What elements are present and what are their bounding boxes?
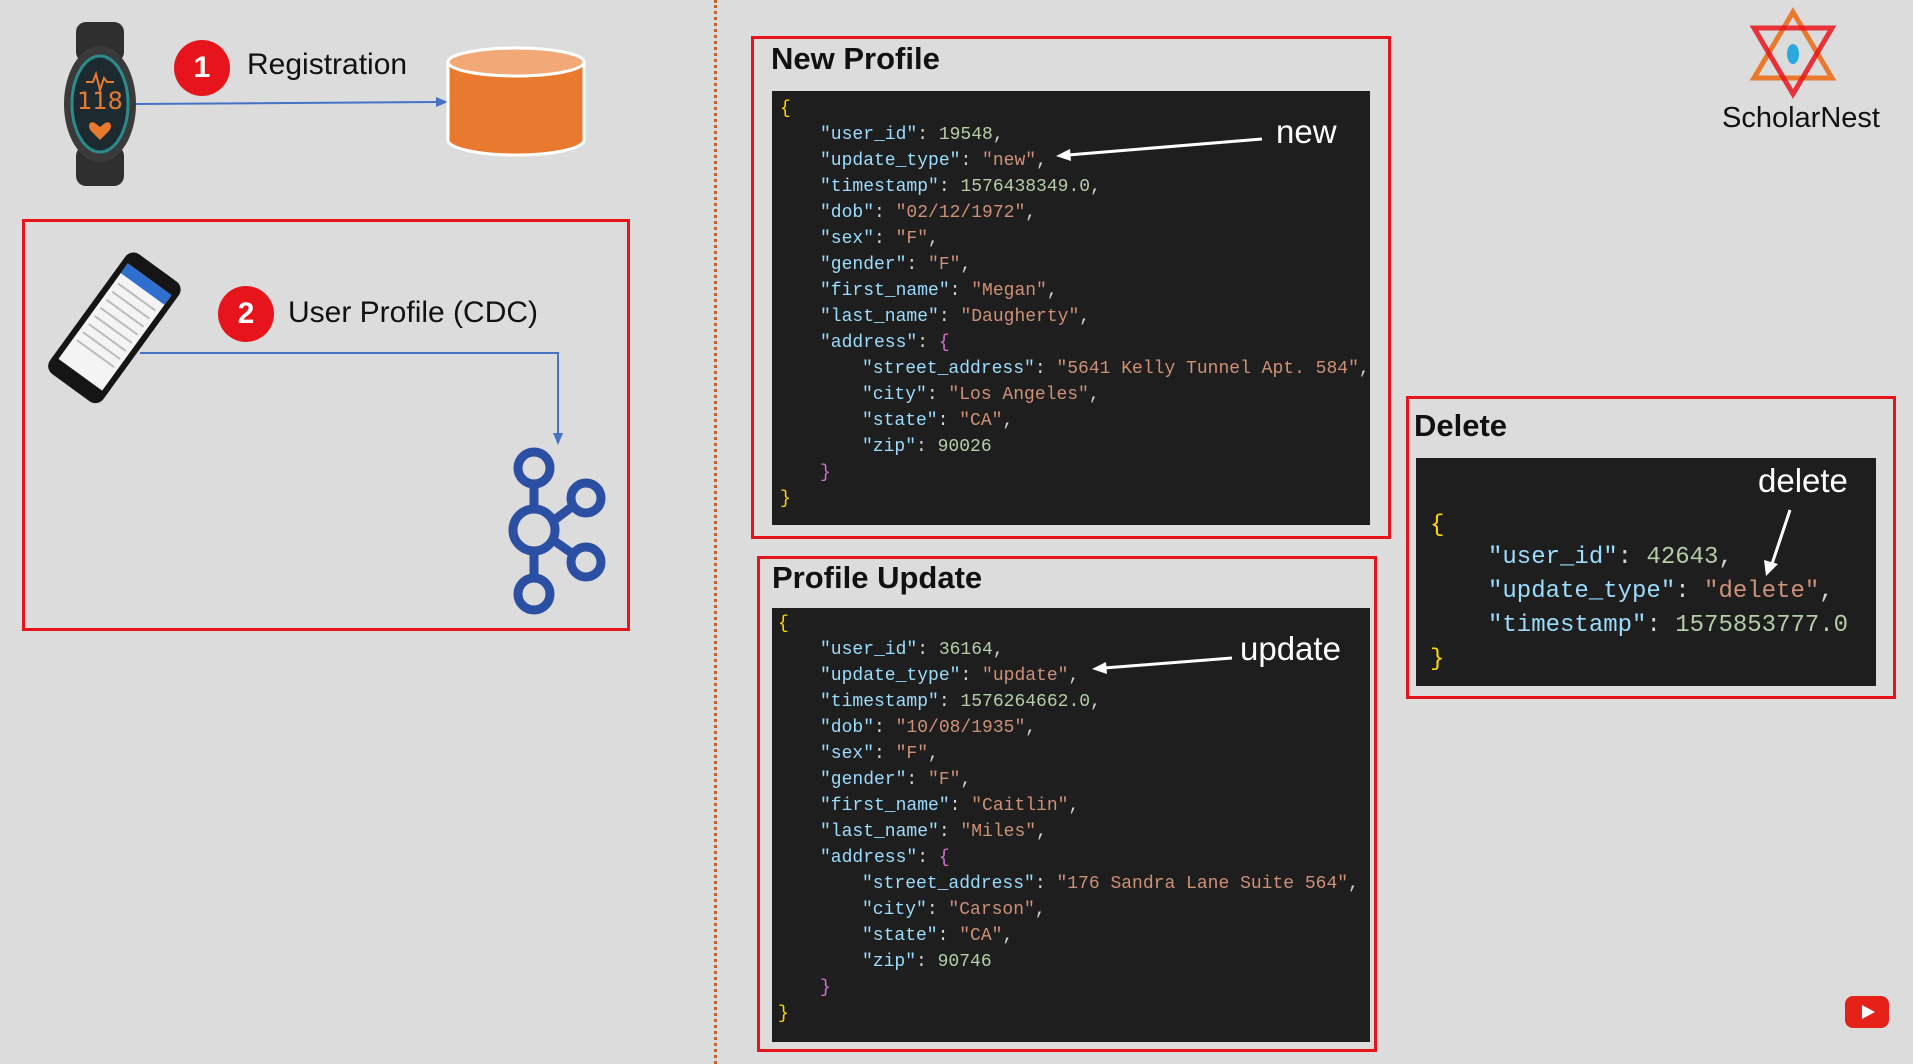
json-line-user-id: "user_id": 36164, [820,640,1004,660]
json-line-address: "address": { [820,848,950,868]
scholarnest-logo-icon [1749,7,1837,99]
json-line-timestamp: "timestamp": 1576264662.0, [820,692,1101,712]
watch-reading: 118 [77,87,123,115]
json-close-brace: } [778,1004,789,1024]
new-annotation: new [1276,113,1337,150]
json-line-sex: "sex": "F", [820,229,939,249]
step-2-label: User Profile (CDC) [288,296,539,329]
json-line-state: "state": "CA", [862,411,1014,431]
json-close-brace: } [780,489,791,509]
profile-update-json: { "user_id": 36164, "update_type": "upda… [772,608,1370,1042]
profile-update-title: Profile Update [772,560,983,595]
step-1-label: Registration [247,48,408,81]
youtube-icon[interactable] [1845,996,1889,1028]
json-line-update-type: "update_type": "update", [820,666,1080,686]
json-line-street-address: "street_address": "176 Sandra Lane Suite… [862,874,1359,894]
json-line-state: "state": "CA", [862,926,1014,946]
json-line-update-type: "update_type": "new", [820,151,1047,171]
new-profile-title: New Profile [771,41,940,76]
kafka-icon [508,447,606,615]
json-line-user-id: "user_id": 42643, [1488,544,1733,571]
json-line-gender: "gender": "F", [820,770,972,790]
new-annotation-arrow [1056,137,1263,161]
json-line-sex: "sex": "F", [820,744,939,764]
json-line-street-address: "street_address": "5641 Kelly Tunnel Apt… [862,359,1370,379]
step-2-badge: 2 [218,286,274,342]
cdc-connector-arrow [140,352,563,445]
json-line-first-name: "first_name": "Megan", [820,281,1058,301]
json-line-last-name: "last_name": "Miles", [820,822,1047,842]
json-open-brace: { [780,99,791,119]
json-line-zip: "zip": 90026 [862,437,992,457]
json-line-timestamp: "timestamp": 1576438349.0, [820,177,1101,197]
json-line-first-name: "first_name": "Caitlin", [820,796,1080,816]
step-1-badge: 1 [174,40,230,96]
registration-arrow [136,97,448,107]
section-divider [714,0,717,1064]
json-open-brace: { [1430,512,1445,539]
json-line-dob: "dob": "10/08/1935", [820,718,1037,738]
update-annotation: update [1240,630,1341,667]
json-line-city: "city": "Los Angeles", [862,385,1100,405]
delete-title: Delete [1414,408,1508,443]
json-line-city: "city": "Carson", [862,900,1046,920]
json-line-timestamp: "timestamp": 1575853777.0 [1488,612,1849,639]
json-close-brace: } [1430,646,1445,673]
json-line-gender: "gender": "F", [820,255,972,275]
delete-annotation: delete [1758,462,1848,499]
delete-annotation-arrow [1764,509,1792,576]
json-line-zip: "zip": 90746 [862,952,992,972]
json-line-dob: "dob": "02/12/1972", [820,203,1037,223]
json-line-user-id: "user_id": 19548, [820,125,1004,145]
json-line-address: "address": { [820,333,950,353]
json-close-address-brace: } [820,978,831,998]
new-profile-json: { "user_id": 19548, "update_type": "new"… [772,91,1370,525]
json-line-last-name: "last_name": "Daugherty", [820,307,1091,327]
scholarnest-logo-text: ScholarNest [1722,102,1880,134]
database-icon [446,46,586,157]
delete-json: { "user_id": 42643, "update_type": "dele… [1416,458,1876,686]
json-open-brace: { [778,614,789,634]
update-annotation-arrow [1092,656,1233,674]
json-close-address-brace: } [820,463,831,483]
